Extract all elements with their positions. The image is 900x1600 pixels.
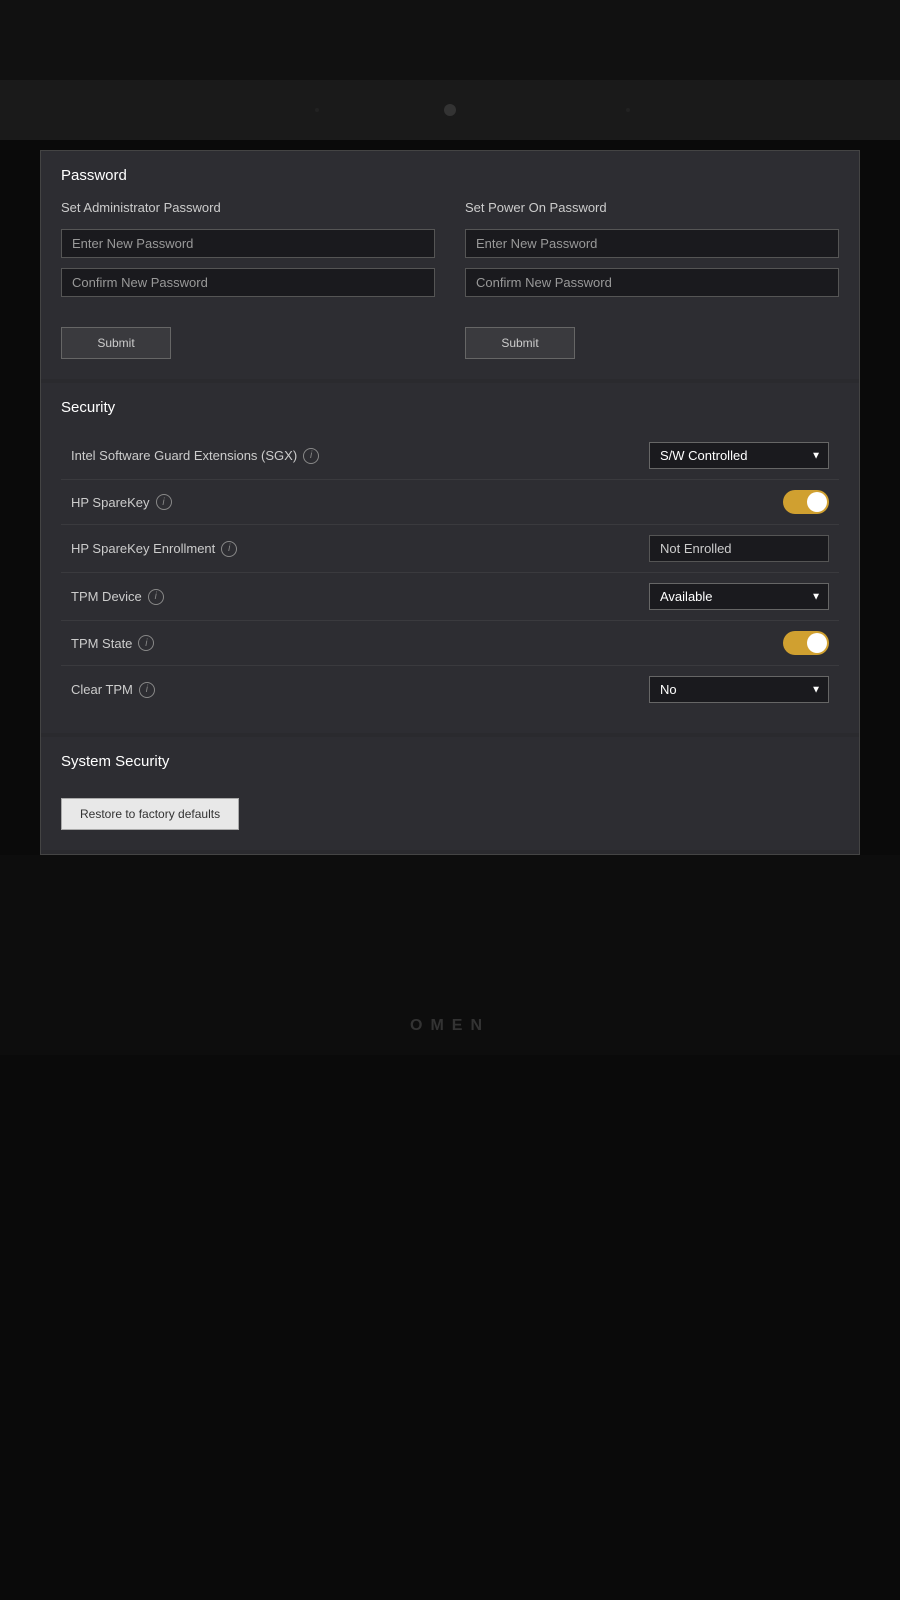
tpm-device-label: TPM Device i bbox=[71, 589, 164, 605]
sparekey-enrollment-control: Not Enrolled bbox=[629, 535, 829, 562]
tpm-device-control: Available Hidden bbox=[629, 583, 829, 610]
poweron-confirm-password-input[interactable] bbox=[465, 268, 839, 297]
sparekey-enrollment-value: Not Enrolled bbox=[649, 535, 829, 562]
admin-new-password-input[interactable] bbox=[61, 229, 435, 258]
system-security-section: System Security Restore to factory defau… bbox=[41, 737, 859, 850]
clear-tpm-dropdown[interactable]: No Yes bbox=[649, 676, 829, 703]
sgx-label: Intel Software Guard Extensions (SGX) i bbox=[71, 448, 319, 464]
clear-tpm-control: No Yes bbox=[629, 676, 829, 703]
clear-tpm-info-icon[interactable]: i bbox=[139, 682, 155, 698]
tpm-state-slider bbox=[783, 631, 829, 655]
poweron-column-label: Set Power On Password bbox=[465, 200, 839, 215]
sparekey-enrollment-row: HP SpareKey Enrollment i Not Enrolled bbox=[61, 525, 839, 573]
sgx-dropdown[interactable]: S/W Controlled Enabled Disabled bbox=[649, 442, 829, 469]
admin-submit-button[interactable]: Submit bbox=[61, 327, 171, 359]
clear-tpm-row: Clear TPM i No Yes bbox=[61, 666, 839, 713]
tpm-device-info-icon[interactable]: i bbox=[148, 589, 164, 605]
clear-tpm-dropdown-wrapper: No Yes bbox=[649, 676, 829, 703]
sgx-info-icon[interactable]: i bbox=[303, 448, 319, 464]
tpm-state-control bbox=[629, 631, 829, 655]
sgx-control: S/W Controlled Enabled Disabled bbox=[629, 442, 829, 469]
tpm-state-knob bbox=[807, 633, 827, 653]
admin-password-column: Set Administrator Password Submit bbox=[61, 200, 435, 359]
bottom-bezel: OMEN bbox=[0, 855, 900, 1055]
camera-dot bbox=[444, 104, 456, 116]
sparekey-knob bbox=[807, 492, 827, 512]
system-security-title: System Security bbox=[61, 753, 839, 770]
tpm-device-row: TPM Device i Available Hidden bbox=[61, 573, 839, 621]
tpm-state-info-icon[interactable]: i bbox=[138, 635, 154, 651]
tpm-device-dropdown[interactable]: Available Hidden bbox=[649, 583, 829, 610]
sparekey-label: HP SpareKey i bbox=[71, 494, 172, 510]
sparekey-enrollment-info-icon[interactable]: i bbox=[221, 541, 237, 557]
sgx-row: Intel Software Guard Extensions (SGX) i … bbox=[61, 432, 839, 480]
poweron-password-column: Set Power On Password Submit bbox=[465, 200, 839, 359]
camera-light-right bbox=[626, 108, 630, 112]
security-section: Security Intel Software Guard Extensions… bbox=[41, 383, 859, 733]
password-section: Password Set Administrator Password Subm… bbox=[41, 151, 859, 379]
sparekey-row: HP SpareKey i bbox=[61, 480, 839, 525]
tpm-state-label: TPM State i bbox=[71, 635, 154, 651]
sgx-dropdown-wrapper: S/W Controlled Enabled Disabled bbox=[649, 442, 829, 469]
admin-column-label: Set Administrator Password bbox=[61, 200, 435, 215]
poweron-submit-button[interactable]: Submit bbox=[465, 327, 575, 359]
sparekey-slider bbox=[783, 490, 829, 514]
sparekey-info-icon[interactable]: i bbox=[156, 494, 172, 510]
admin-confirm-password-input[interactable] bbox=[61, 268, 435, 297]
sparekey-control bbox=[629, 490, 829, 514]
password-section-title: Password bbox=[61, 167, 839, 184]
tpm-state-toggle[interactable] bbox=[783, 631, 829, 655]
clear-tpm-label: Clear TPM i bbox=[71, 682, 155, 698]
sparekey-toggle[interactable] bbox=[783, 490, 829, 514]
brand-logo: OMEN bbox=[410, 1017, 490, 1035]
poweron-new-password-input[interactable] bbox=[465, 229, 839, 258]
top-bezel bbox=[0, 0, 900, 80]
sparekey-enrollment-label: HP SpareKey Enrollment i bbox=[71, 541, 237, 557]
password-columns: Set Administrator Password Submit Set Po… bbox=[61, 200, 839, 359]
security-section-title: Security bbox=[61, 399, 839, 416]
camera-bar bbox=[0, 80, 900, 140]
camera-light-left bbox=[315, 108, 319, 112]
bios-screen: Password Set Administrator Password Subm… bbox=[40, 150, 860, 855]
tpm-state-row: TPM State i bbox=[61, 621, 839, 666]
restore-factory-defaults-button[interactable]: Restore to factory defaults bbox=[61, 798, 239, 830]
tpm-device-dropdown-wrapper: Available Hidden bbox=[649, 583, 829, 610]
